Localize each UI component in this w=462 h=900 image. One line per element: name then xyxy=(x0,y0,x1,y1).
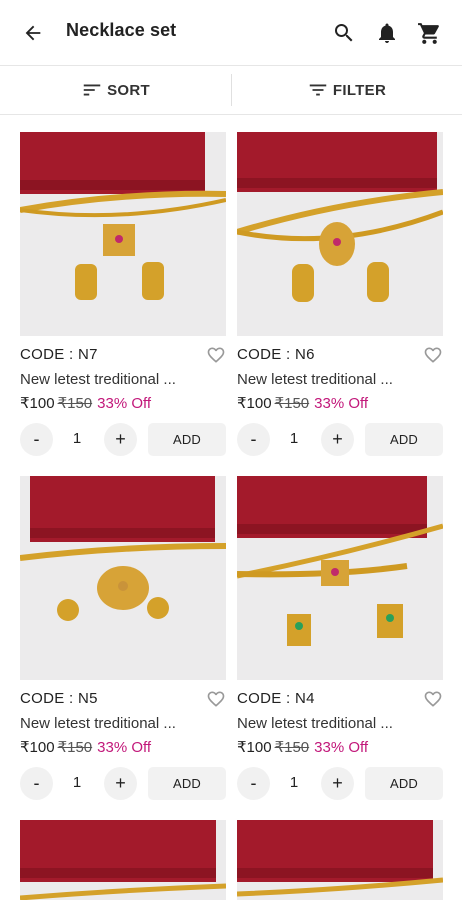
product-price: ₹100 xyxy=(20,739,55,756)
filter-button[interactable]: FILTER xyxy=(231,66,462,114)
quantity-value: 1 xyxy=(289,774,299,791)
product-discount: 33% Off xyxy=(314,739,369,756)
product-card[interactable]: CODE : N5 New letest treditional ... ₹10… xyxy=(20,476,228,806)
wishlist-button[interactable] xyxy=(423,345,443,365)
product-image[interactable] xyxy=(237,476,443,680)
product-price-row: ₹100 ₹150 33% Off xyxy=(237,738,368,756)
quantity-value: 1 xyxy=(289,430,299,447)
product-discount: 33% Off xyxy=(97,395,152,412)
product-price: ₹100 xyxy=(20,395,55,412)
back-button[interactable] xyxy=(20,20,46,46)
product-card[interactable]: CODE : N6 New letest treditional ... ₹10… xyxy=(237,132,445,462)
add-to-cart-button[interactable]: ADD xyxy=(148,423,226,456)
product-name: New letest treditional ... xyxy=(20,371,176,388)
product-image[interactable] xyxy=(20,132,226,336)
increase-quantity-button[interactable]: + xyxy=(104,423,137,456)
heart-outline-icon xyxy=(207,347,225,363)
product-image[interactable] xyxy=(20,820,226,900)
product-name: New letest treditional ... xyxy=(237,715,393,732)
cart-icon xyxy=(417,22,439,44)
heart-outline-icon xyxy=(424,691,442,707)
product-code: CODE : N5 xyxy=(20,690,98,707)
bell-icon xyxy=(379,23,395,43)
product-card[interactable] xyxy=(237,820,445,900)
product-price-row: ₹100 ₹150 33% Off xyxy=(237,394,368,412)
product-code: CODE : N4 xyxy=(237,690,315,707)
increase-quantity-button[interactable]: + xyxy=(321,767,354,800)
filter-label: FILTER xyxy=(332,81,387,99)
product-image[interactable] xyxy=(237,132,443,336)
product-card[interactable] xyxy=(20,820,228,900)
product-card[interactable]: CODE : N4 New letest treditional ... ₹10… xyxy=(237,476,445,806)
sort-bar-divider xyxy=(0,114,462,115)
product-code: CODE : N6 xyxy=(237,346,315,363)
notifications-button[interactable] xyxy=(373,19,401,47)
product-discount: 33% Off xyxy=(97,739,152,756)
decrease-quantity-button[interactable]: - xyxy=(237,423,270,456)
product-price-row: ₹100 ₹150 33% Off xyxy=(20,394,151,412)
app-bar: Necklace set xyxy=(0,0,462,64)
product-mrp: ₹150 xyxy=(274,739,310,756)
heart-outline-icon xyxy=(424,347,442,363)
quantity-value: 1 xyxy=(72,774,82,791)
filter-icon xyxy=(309,84,327,96)
product-name: New letest treditional ... xyxy=(237,371,393,388)
add-to-cart-button[interactable]: ADD xyxy=(148,767,226,800)
quantity-value: 1 xyxy=(72,430,82,447)
product-code: CODE : N7 xyxy=(20,346,98,363)
search-icon xyxy=(335,24,353,42)
arrow-left-icon xyxy=(25,25,41,41)
add-to-cart-button[interactable]: ADD xyxy=(365,423,443,456)
increase-quantity-button[interactable]: + xyxy=(321,423,354,456)
product-price-row: ₹100 ₹150 33% Off xyxy=(20,738,151,756)
product-mrp: ₹150 xyxy=(274,395,310,412)
product-card[interactable]: CODE : N7 New letest treditional ... ₹10… xyxy=(20,132,228,462)
search-button[interactable] xyxy=(330,19,358,47)
product-image[interactable] xyxy=(20,476,226,680)
wishlist-button[interactable] xyxy=(423,689,443,709)
increase-quantity-button[interactable]: + xyxy=(104,767,137,800)
product-mrp: ₹150 xyxy=(57,739,93,756)
cart-button[interactable] xyxy=(415,19,443,47)
sort-button[interactable]: SORT xyxy=(0,66,231,114)
page-title: Necklace set xyxy=(66,20,177,40)
product-discount: 33% Off xyxy=(314,395,369,412)
product-name: New letest treditional ... xyxy=(20,715,176,732)
decrease-quantity-button[interactable]: - xyxy=(20,767,53,800)
product-mrp: ₹150 xyxy=(57,395,93,412)
heart-outline-icon xyxy=(207,691,225,707)
product-price: ₹100 xyxy=(237,739,272,756)
decrease-quantity-button[interactable]: - xyxy=(237,767,270,800)
wishlist-button[interactable] xyxy=(206,345,226,365)
sort-icon xyxy=(83,84,101,96)
decrease-quantity-button[interactable]: - xyxy=(20,423,53,456)
product-price: ₹100 xyxy=(237,395,272,412)
product-image[interactable] xyxy=(237,820,443,900)
add-to-cart-button[interactable]: ADD xyxy=(365,767,443,800)
wishlist-button[interactable] xyxy=(206,689,226,709)
sort-label: SORT xyxy=(107,81,150,99)
sort-filter-bar: SORT FILTER xyxy=(0,66,462,114)
